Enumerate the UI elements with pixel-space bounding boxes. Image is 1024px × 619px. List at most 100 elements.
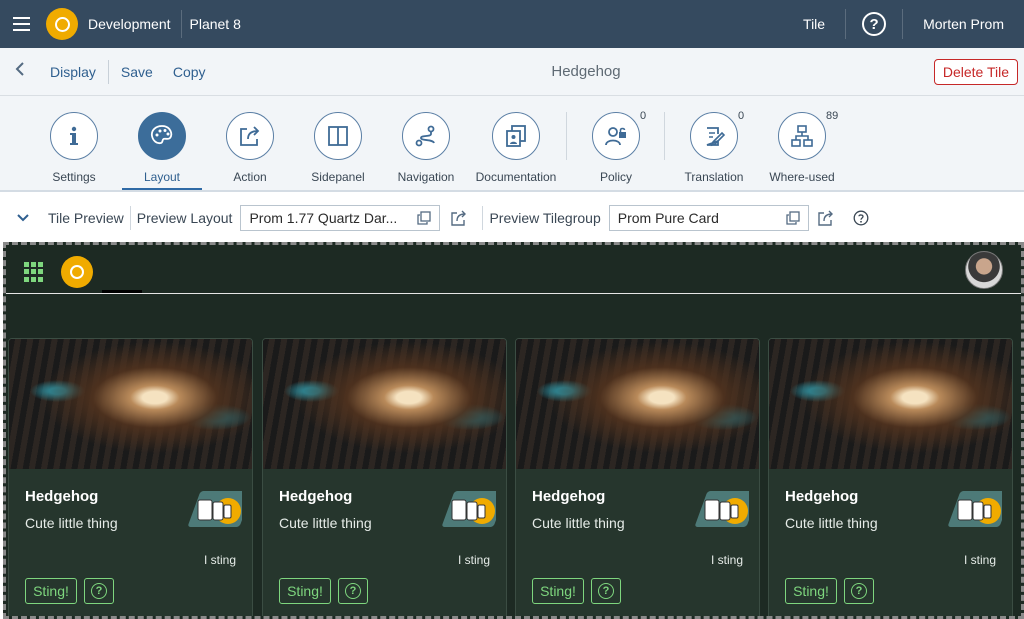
tab-label: Where-used — [769, 170, 835, 184]
tab-count: 0 — [640, 110, 647, 122]
app-subtitle: Planet 8 — [189, 16, 241, 32]
help-icon: ? — [851, 583, 867, 599]
tab-policy[interactable]: Policy 0 — [571, 110, 661, 184]
tile-image — [263, 339, 506, 469]
tab-label: Translation — [684, 170, 744, 184]
route-icon — [402, 112, 450, 160]
tile-image — [769, 339, 1012, 469]
devices-icon — [695, 491, 749, 527]
tile-preview-label[interactable]: Tile Preview — [48, 210, 124, 226]
documents-icon — [492, 112, 540, 160]
tab-documentation[interactable]: Documentation — [471, 112, 561, 184]
divider — [566, 112, 567, 160]
tile-info: I sting — [457, 553, 490, 567]
tab-action[interactable]: Action — [205, 112, 295, 184]
sting-button[interactable]: Sting! — [785, 578, 837, 604]
copy-icon[interactable] — [786, 211, 800, 225]
tile-card[interactable]: Hedgehog Cute little thing I sting Sting… — [768, 338, 1013, 616]
tab-label: Policy — [599, 170, 632, 184]
sting-button[interactable]: Sting! — [25, 578, 77, 604]
tile-card[interactable]: Hedgehog Cute little thing I sting Sting… — [262, 338, 507, 616]
help-button[interactable]: ? — [338, 578, 368, 604]
help-button[interactable]: ? — [844, 578, 874, 604]
info-icon — [50, 112, 98, 160]
tab-label: Layout — [143, 170, 181, 184]
display-button[interactable]: Display — [40, 64, 106, 80]
tile-subtitle: Cute little thing — [279, 515, 372, 531]
tile-link[interactable]: Tile — [783, 16, 845, 32]
delete-tile-button[interactable]: Delete Tile — [933, 59, 1018, 85]
preview-bar: Tile Preview Preview Layout Prom 1.77 Qu… — [0, 194, 1024, 242]
tile-title: Hedgehog — [785, 488, 859, 505]
preview-layout-value: Prom 1.77 Quartz Dar... — [249, 210, 398, 226]
app-grid-icon[interactable] — [24, 262, 44, 282]
divider — [482, 206, 484, 230]
copy-button[interactable]: Copy — [163, 64, 216, 80]
user-menu[interactable]: Morten Prom — [903, 16, 1024, 32]
preview-tilegroup-select[interactable]: Prom Pure Card — [608, 205, 809, 231]
edit-document-icon — [690, 112, 738, 160]
hierarchy-icon — [778, 112, 826, 160]
devices-icon — [442, 491, 496, 527]
tab-label: Documentation — [475, 170, 557, 184]
logo-icon[interactable] — [46, 8, 78, 40]
divider — [664, 112, 665, 160]
tab-label: Sidepanel — [311, 170, 365, 184]
palette-icon — [138, 112, 186, 160]
sting-button[interactable]: Sting! — [532, 578, 584, 604]
help-icon: ? — [91, 583, 107, 599]
tab-count: 0 — [738, 110, 745, 122]
divider — [107, 59, 109, 84]
open-external-icon[interactable] — [450, 209, 468, 227]
tile-card[interactable]: Hedgehog Cute little thing I sting Sting… — [515, 338, 760, 616]
tab-layout[interactable]: Layout — [117, 112, 207, 184]
save-button[interactable]: Save — [111, 64, 163, 80]
menu-icon[interactable] — [0, 0, 42, 48]
help-icon[interactable] — [853, 210, 869, 226]
chevron-down-icon[interactable] — [16, 211, 30, 225]
divider — [129, 206, 131, 230]
preview-tilegroup-label: Preview Tilegroup — [489, 210, 601, 226]
preview-shell-bar — [6, 245, 1021, 293]
user-lock-icon — [592, 112, 640, 160]
tab-navigation[interactable]: Navigation — [381, 112, 471, 184]
tab-label: Action — [233, 170, 267, 184]
sidepanel-icon — [314, 112, 362, 160]
tile-title: Hedgehog — [532, 488, 606, 505]
active-tab-indicator — [122, 188, 202, 190]
icon-tab-bar: Settings Layout Action Sidepanel Navigat… — [0, 96, 1024, 192]
open-external-icon[interactable] — [817, 209, 835, 227]
tile-subtitle: Cute little thing — [532, 515, 625, 531]
shell-bar: Development Planet 8 Tile ? Morten Prom — [0, 0, 1024, 48]
tile-title: Hedgehog — [279, 488, 353, 505]
tab-settings[interactable]: Settings — [29, 112, 119, 184]
tab-sidepanel[interactable]: Sidepanel — [293, 112, 383, 184]
tab-label: Settings — [52, 170, 96, 184]
help-button[interactable]: ? — [591, 578, 621, 604]
help-button[interactable]: ? — [84, 578, 114, 604]
tile-card[interactable]: Hedgehog Cute little thing I sting Sting… — [8, 338, 253, 616]
help-icon[interactable]: ? — [862, 12, 887, 36]
tile-image — [9, 339, 252, 469]
toolbar: Display Save Copy Hedgehog Delete Tile — [0, 48, 1024, 96]
copy-icon[interactable] — [417, 211, 432, 225]
devices-icon — [188, 491, 242, 527]
app-title: Development — [88, 16, 171, 32]
tile-info: I sting — [203, 553, 236, 567]
avatar[interactable] — [965, 251, 1003, 289]
share-icon — [226, 112, 274, 160]
tile-title: Hedgehog — [25, 488, 99, 505]
tab-where-used[interactable]: Where-used 89 — [757, 110, 847, 184]
help-icon: ? — [598, 583, 614, 599]
tile-info: I sting — [963, 553, 996, 567]
sting-button[interactable]: Sting! — [279, 578, 331, 604]
divider — [180, 10, 182, 38]
tile-subtitle: Cute little thing — [785, 515, 878, 531]
tab-translation[interactable]: Translation 0 — [669, 110, 759, 184]
tile-image — [516, 339, 759, 469]
back-icon[interactable] — [0, 61, 40, 82]
logo-icon[interactable] — [61, 256, 93, 288]
preview-layout-select[interactable]: Prom 1.77 Quartz Dar... — [240, 205, 441, 231]
preview-layout-label: Preview Layout — [136, 210, 233, 226]
tab-count: 89 — [826, 110, 839, 122]
